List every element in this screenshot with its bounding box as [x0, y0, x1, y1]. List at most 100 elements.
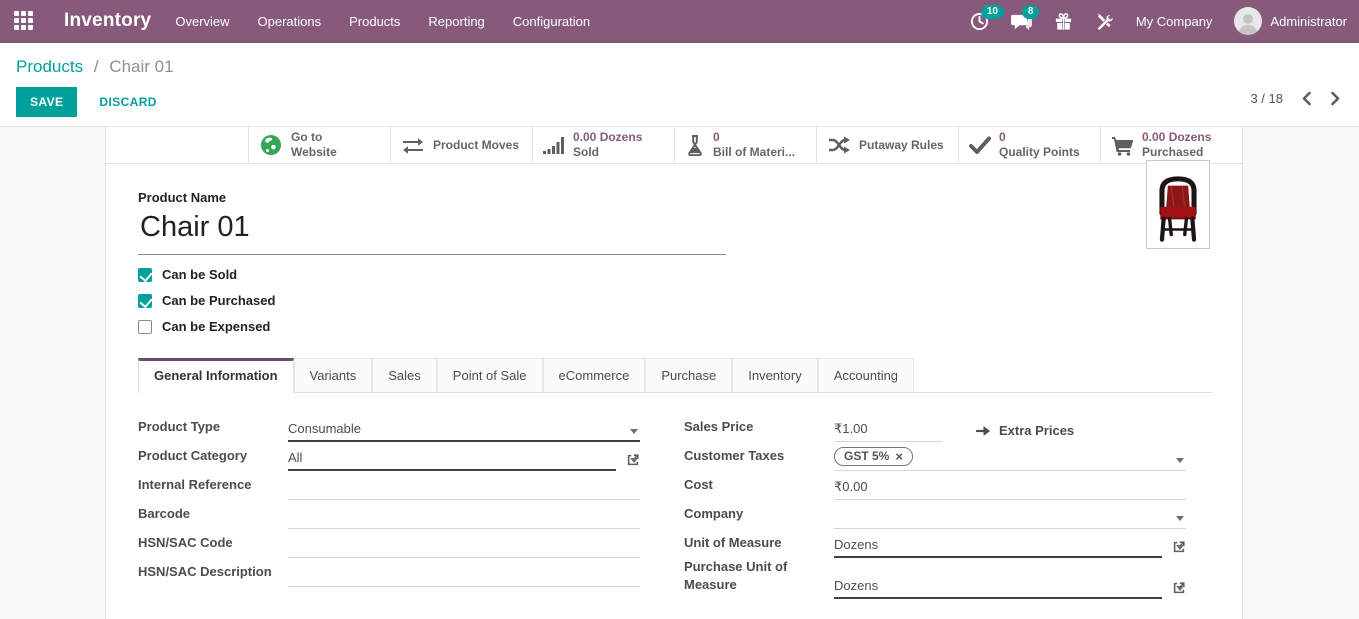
- chevron-down-icon[interactable]: [630, 458, 638, 463]
- chevron-down-icon[interactable]: [1176, 458, 1184, 463]
- stat-label-line2: Website: [291, 145, 337, 160]
- extra-prices-link[interactable]: Extra Prices: [976, 423, 1074, 438]
- purchased-stat-button[interactable]: 0.00 Dozens Purchased: [1100, 127, 1242, 163]
- menu-configuration[interactable]: Configuration: [513, 10, 590, 33]
- checkbox-box[interactable]: [138, 294, 152, 308]
- messages-icon[interactable]: 8: [1011, 12, 1032, 31]
- user-menu[interactable]: Administrator: [1270, 14, 1347, 29]
- systray: 10 8 My Company Administrator: [970, 7, 1347, 35]
- capability-checkboxes: Can be Sold Can be Purchased Can be Expe…: [138, 267, 1212, 334]
- save-button[interactable]: SAVE: [16, 87, 77, 117]
- stat-label: Sold: [573, 145, 642, 160]
- barcode-label: Barcode: [138, 505, 288, 529]
- go-to-website-button[interactable]: Go to Website: [248, 127, 390, 163]
- tab-ecommerce[interactable]: eCommerce: [543, 358, 646, 392]
- check-icon: [969, 136, 991, 155]
- tab-inventory[interactable]: Inventory: [732, 358, 817, 392]
- product-name-label: Product Name: [138, 190, 1212, 205]
- can-be-purchased-checkbox[interactable]: Can be Purchased: [138, 293, 1212, 308]
- globe-icon: [259, 133, 283, 157]
- tab-point-of-sale[interactable]: Point of Sale: [437, 358, 543, 392]
- checkbox-label: Can be Expensed: [162, 319, 270, 334]
- sold-stat-button[interactable]: 0.00 Dozens Sold: [532, 127, 674, 163]
- stat-label: Bill of Materi...: [713, 145, 795, 160]
- tab-sales[interactable]: Sales: [372, 358, 437, 392]
- transfer-icon: [401, 135, 425, 155]
- putaway-rules-button[interactable]: Putaway Rules: [816, 127, 958, 163]
- form-left-column: Product Type Consumable Product Category…: [138, 413, 640, 599]
- form-sheet: Go to Website Product Moves 0.00 Dozens …: [105, 127, 1243, 619]
- menu-overview[interactable]: Overview: [175, 10, 229, 33]
- chevron-down-icon[interactable]: [1176, 545, 1184, 550]
- record-pager: 3 / 18: [1250, 91, 1341, 106]
- chevron-down-icon[interactable]: [1176, 586, 1184, 591]
- tax-tag-remove-icon[interactable]: ×: [895, 450, 903, 463]
- hsn-sac-description-label: HSN/SAC Description: [138, 563, 288, 587]
- purchase-unit-of-measure-label: Purchase Unit of Measure: [684, 558, 834, 599]
- barcode-input[interactable]: [288, 508, 640, 529]
- can-be-sold-checkbox[interactable]: Can be Sold: [138, 267, 1212, 282]
- discard-button[interactable]: DISCARD: [89, 87, 166, 117]
- product-moves-button[interactable]: Product Moves: [390, 127, 532, 163]
- cost-input[interactable]: ₹0.00: [834, 479, 1186, 500]
- product-category-select[interactable]: All: [288, 450, 616, 471]
- tab-variants[interactable]: Variants: [294, 358, 373, 392]
- product-image[interactable]: [1146, 160, 1210, 249]
- hsn-sac-description-input[interactable]: [288, 566, 640, 587]
- bar-chart-icon: [543, 135, 565, 155]
- quality-points-button[interactable]: 0 Quality Points: [958, 127, 1100, 163]
- top-navbar: Inventory Overview Operations Products R…: [0, 0, 1359, 43]
- customer-taxes-label: Customer Taxes: [684, 447, 834, 471]
- gift-icon[interactable]: [1054, 12, 1073, 31]
- pager-next-icon[interactable]: [1330, 91, 1341, 106]
- sales-price-label: Sales Price: [684, 418, 834, 442]
- tools-icon[interactable]: [1095, 12, 1114, 31]
- stat-label: Quality Points: [999, 145, 1080, 160]
- chevron-down-icon[interactable]: [1176, 516, 1184, 521]
- shuffle-icon: [827, 135, 851, 155]
- sales-price-input[interactable]: ₹1.00: [834, 421, 942, 442]
- product-type-select[interactable]: Consumable: [288, 421, 640, 442]
- tab-purchase[interactable]: Purchase: [645, 358, 732, 392]
- stat-value: 0: [713, 130, 795, 145]
- breadcrumb-current: Chair 01: [109, 57, 173, 76]
- stat-label-line1: Go to: [291, 130, 337, 145]
- stat-value: 0.00 Dozens: [1142, 130, 1211, 145]
- checkbox-box[interactable]: [138, 268, 152, 282]
- checkbox-box[interactable]: [138, 320, 152, 334]
- internal-reference-input[interactable]: [288, 479, 640, 500]
- form-right-column: Sales Price ₹1.00 Extra Prices Customer …: [684, 413, 1186, 599]
- checkbox-label: Can be Purchased: [162, 293, 275, 308]
- hsn-sac-code-input[interactable]: [288, 537, 640, 558]
- menu-operations[interactable]: Operations: [258, 10, 322, 33]
- product-name-input[interactable]: Chair 01: [138, 205, 726, 255]
- hsn-sac-code-label: HSN/SAC Code: [138, 534, 288, 558]
- stat-value: 0: [999, 130, 1080, 145]
- unit-of-measure-select[interactable]: Dozens: [834, 537, 1162, 558]
- menu-products[interactable]: Products: [349, 10, 400, 33]
- internal-reference-label: Internal Reference: [138, 476, 288, 500]
- arrow-right-icon: [976, 425, 991, 437]
- tab-accounting[interactable]: Accounting: [818, 358, 914, 392]
- company-label: Company: [684, 505, 834, 529]
- purchase-unit-of-measure-select[interactable]: Dozens: [834, 578, 1162, 599]
- company-select[interactable]: [834, 508, 1186, 529]
- product-type-label: Product Type: [138, 418, 288, 442]
- unit-of-measure-label: Unit of Measure: [684, 534, 834, 558]
- activities-icon[interactable]: 10: [970, 12, 989, 31]
- chevron-down-icon[interactable]: [630, 429, 638, 434]
- can-be-expensed-checkbox[interactable]: Can be Expensed: [138, 319, 1212, 334]
- user-avatar[interactable]: [1234, 7, 1262, 35]
- breadcrumb-products-link[interactable]: Products: [16, 57, 83, 76]
- bill-of-materials-button[interactable]: 0 Bill of Materi...: [674, 127, 816, 163]
- tab-general-information[interactable]: General Information: [138, 358, 294, 393]
- control-panel: Products / Chair 01 SAVE DISCARD 3 / 18: [0, 43, 1359, 127]
- apps-grid-icon[interactable]: [14, 11, 34, 31]
- stat-label: Product Moves: [433, 138, 519, 153]
- general-information-panel: Product Type Consumable Product Category…: [138, 413, 1212, 599]
- customer-taxes-field[interactable]: GST 5% ×: [834, 447, 1186, 471]
- breadcrumb: Products / Chair 01: [16, 53, 1343, 87]
- pager-previous-icon[interactable]: [1301, 91, 1312, 106]
- company-switcher[interactable]: My Company: [1136, 14, 1213, 29]
- menu-reporting[interactable]: Reporting: [428, 10, 484, 33]
